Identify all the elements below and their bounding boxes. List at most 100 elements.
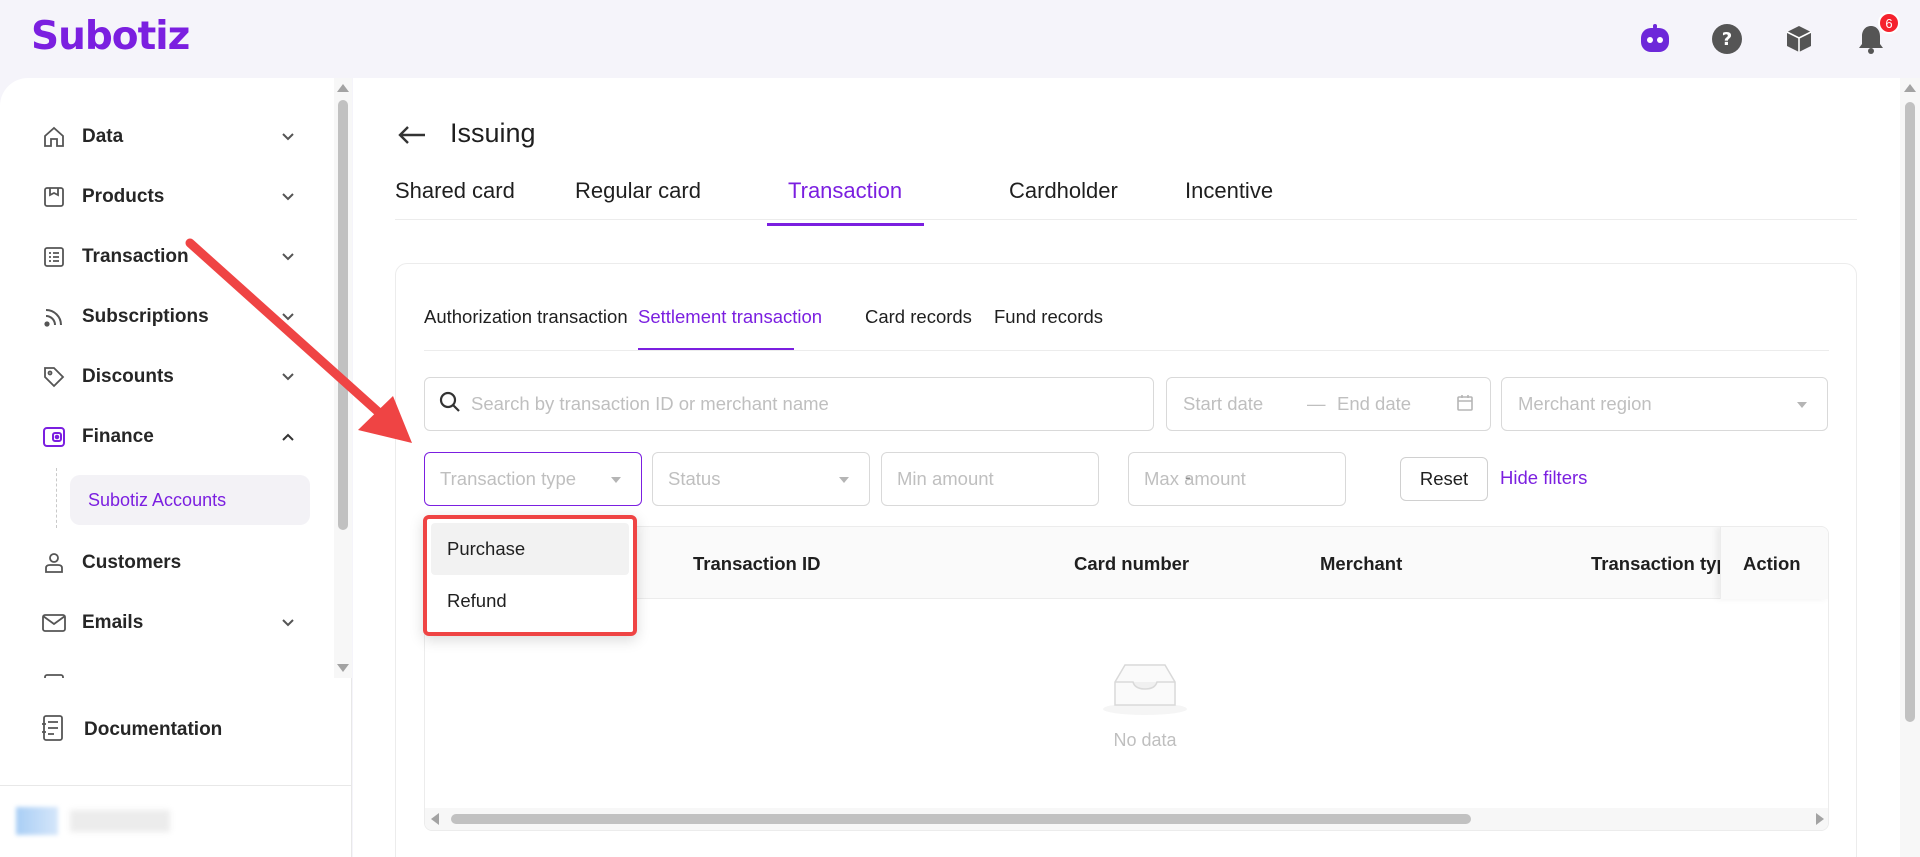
tab-incentive[interactable]: Incentive [1185, 170, 1273, 220]
main-tabs: Shared card Regular card Transaction Car… [395, 170, 1857, 220]
search-placeholder: Search by transaction ID or merchant nam… [471, 393, 829, 414]
user-icon [40, 549, 68, 577]
subtab-authorization-transaction[interactable]: Authorization transaction [424, 306, 628, 328]
sidebar-item-customers[interactable]: Customers [40, 543, 300, 583]
tab-shared-card[interactable]: Shared card [395, 170, 515, 220]
back-arrow-icon[interactable] [395, 118, 429, 152]
scroll-left-arrow-icon[interactable] [431, 813, 439, 825]
avatar [16, 807, 58, 835]
sidebar-item-label: Transaction [82, 246, 189, 267]
column-header-action-cell: Action [1720, 527, 1828, 599]
transaction-type-placeholder: Transaction type [440, 468, 577, 489]
calendar-icon [1456, 394, 1474, 417]
option-refund[interactable]: Refund [431, 575, 629, 627]
sidebar-scrollbar[interactable] [334, 78, 352, 678]
min-amount-placeholder: Min amount [897, 468, 994, 489]
app-logo[interactable]: Subotiz [31, 14, 190, 59]
table-horizontal-scrollbar[interactable] [425, 808, 1828, 830]
tag-icon [40, 363, 68, 391]
user-account-blurred[interactable] [16, 796, 236, 846]
active-tab-indicator [767, 223, 924, 226]
empty-inbox-icon [1100, 664, 1190, 721]
scrollbar-thumb[interactable] [338, 100, 348, 530]
empty-text: No data [1113, 730, 1177, 750]
sidebar-item-label: Emails [82, 612, 144, 633]
hide-filters-link[interactable]: Hide filters [1500, 467, 1587, 489]
search-input[interactable]: Search by transaction ID or merchant nam… [424, 377, 1154, 431]
wallet-icon [40, 423, 68, 451]
chevron-up-icon[interactable] [276, 425, 300, 449]
document-icon [40, 714, 66, 747]
min-amount-input[interactable]: Min amount [881, 452, 1099, 506]
sidebar-item-data[interactable]: Data [40, 117, 300, 157]
chevron-down-icon[interactable] [276, 671, 300, 678]
sidebar-item-emails[interactable]: Emails [40, 603, 300, 643]
documentation-label: Documentation [84, 719, 223, 740]
home-icon [40, 123, 68, 151]
date-separator: — [1307, 393, 1326, 414]
page-scrollbar[interactable] [1900, 78, 1920, 857]
empty-state: No data [1085, 657, 1205, 751]
caret-down-icon [839, 477, 849, 483]
assistant-bot-icon[interactable] [1636, 20, 1674, 58]
help-icon[interactable]: ? [1708, 20, 1746, 58]
mail-icon [40, 609, 68, 637]
column-header-action: Action [1743, 553, 1801, 574]
tab-cardholder[interactable]: Cardholder [1009, 170, 1118, 220]
sidebar-item-partially-hidden[interactable] [40, 663, 300, 678]
sidebar-item-label: Data [82, 126, 124, 147]
column-header-card-number: Card number [1074, 553, 1190, 574]
sidebar-item-discounts[interactable]: Discounts [40, 357, 300, 397]
bell-icon[interactable]: 6 [1852, 12, 1900, 58]
username-blurred [70, 810, 170, 832]
sidebar: Data Products Transaction Subscriptions … [0, 78, 352, 857]
calendar-icon [40, 669, 68, 678]
sidebar-subitem-subotiz-accounts[interactable]: Subotiz Accounts [70, 475, 310, 525]
merchant-region-select[interactable]: Merchant region [1501, 377, 1828, 431]
option-purchase[interactable]: Purchase [431, 523, 629, 575]
page-title: Issuing [450, 118, 536, 148]
rss-icon [40, 303, 68, 331]
chevron-down-icon[interactable] [276, 365, 300, 389]
chevron-down-icon[interactable] [276, 245, 300, 269]
sidebar-item-products[interactable]: Products [40, 177, 300, 217]
sidebar-divider [0, 785, 352, 786]
column-header-transaction-id: Transaction ID [693, 553, 821, 574]
date-range-picker[interactable]: Start date — End date [1166, 377, 1491, 431]
subtab-card-records[interactable]: Card records [865, 306, 972, 328]
package-icon[interactable] [1780, 20, 1818, 58]
scroll-right-arrow-icon[interactable] [1816, 813, 1824, 825]
sidebar-item-subscriptions[interactable]: Subscriptions [40, 297, 300, 337]
scroll-up-arrow-icon[interactable] [1904, 84, 1916, 92]
sidebar-item-finance[interactable]: Finance [40, 417, 300, 457]
max-amount-placeholder: Max amount [1144, 468, 1246, 489]
subtab-settlement-transaction[interactable]: Settlement transaction [638, 306, 822, 328]
chevron-down-icon[interactable] [276, 185, 300, 209]
chevron-down-icon[interactable] [276, 125, 300, 149]
sidebar-item-label: Customers [82, 552, 182, 573]
scroll-down-arrow-icon[interactable] [337, 664, 349, 672]
transaction-type-select[interactable]: Transaction type [424, 452, 642, 506]
column-header-merchant: Merchant [1320, 553, 1403, 574]
status-placeholder: Status [668, 468, 721, 489]
notification-badge: 6 [1878, 12, 1900, 34]
list-icon [40, 243, 68, 271]
status-select[interactable]: Status [652, 452, 870, 506]
start-date-placeholder: Start date [1183, 393, 1264, 414]
subtab-fund-records[interactable]: Fund records [994, 306, 1103, 328]
search-icon [439, 391, 461, 418]
chevron-down-icon[interactable] [276, 611, 300, 635]
scrollbar-thumb[interactable] [1905, 102, 1915, 722]
sidebar-item-documentation[interactable]: Documentation [40, 710, 222, 750]
sidebar-item-transaction[interactable]: Transaction [40, 237, 300, 277]
scrollbar-thumb[interactable] [451, 814, 1471, 824]
caret-down-icon [1797, 402, 1807, 408]
submenu-guide-line [56, 468, 57, 528]
tab-regular-card[interactable]: Regular card [575, 170, 701, 220]
max-amount-input[interactable]: Max amount [1128, 452, 1346, 506]
reset-button[interactable]: Reset [1400, 457, 1488, 501]
tab-transaction[interactable]: Transaction [788, 170, 902, 220]
scroll-up-arrow-icon[interactable] [337, 84, 349, 92]
sub-tabs: Authorization transaction Settlement tra… [424, 306, 1829, 351]
chevron-down-icon[interactable] [276, 305, 300, 329]
